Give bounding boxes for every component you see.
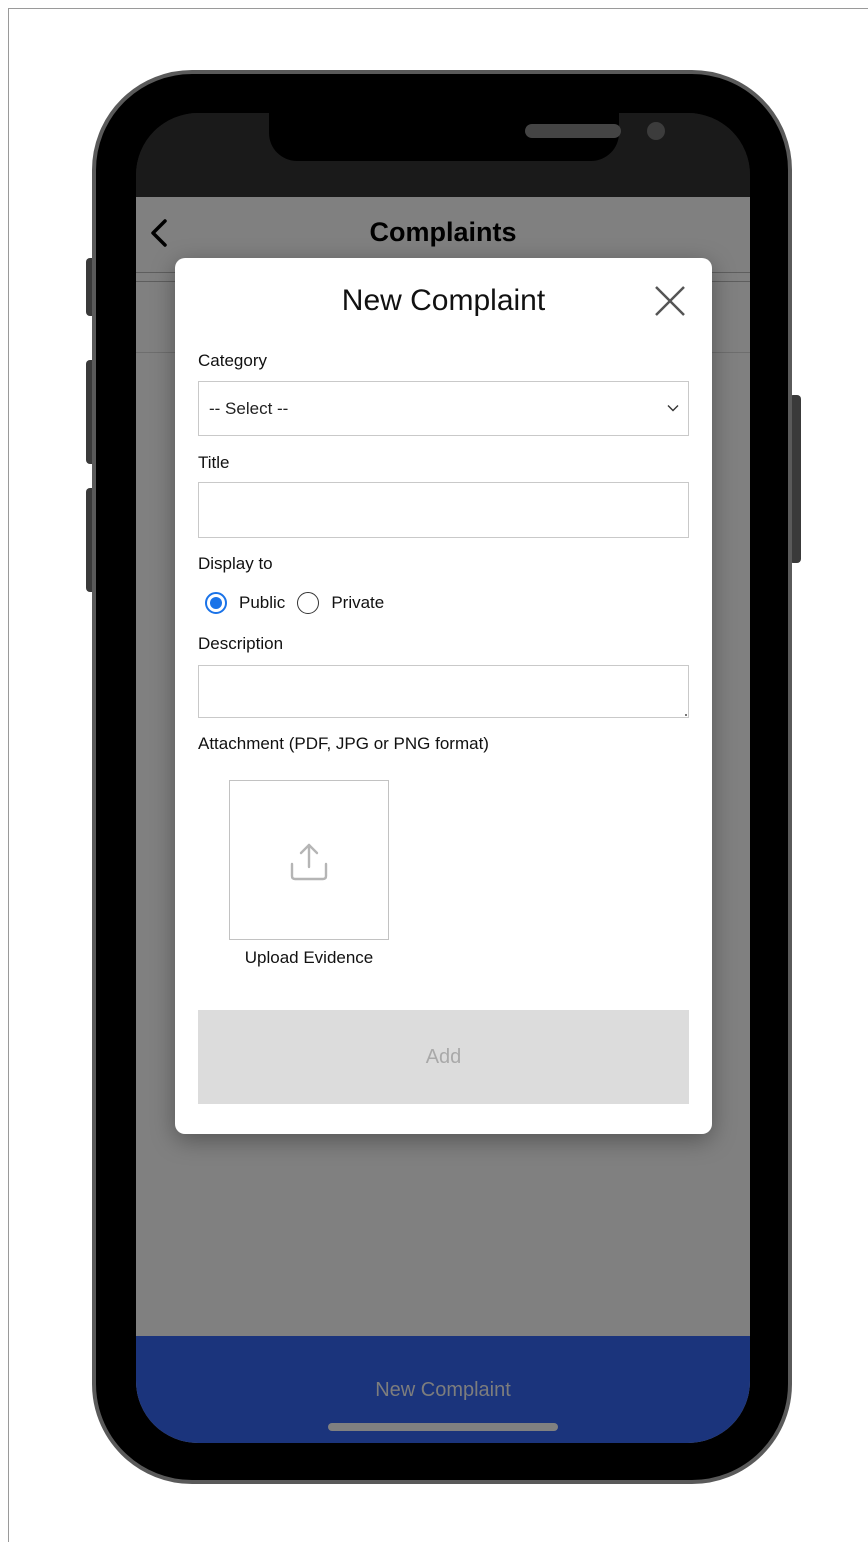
title-input[interactable] — [198, 482, 689, 538]
private-radio[interactable] — [297, 592, 320, 614]
chevron-down-icon — [667, 405, 679, 412]
title-label: Title — [198, 453, 230, 472]
public-radio-label[interactable]: Public — [239, 593, 285, 613]
close-icon — [655, 286, 685, 316]
home-indicator — [328, 1423, 558, 1431]
page-title: Complaints — [369, 217, 517, 247]
new-complaint-modal: New Complaint Category -- Select -- Titl… — [175, 258, 712, 1134]
close-button[interactable] — [653, 284, 687, 318]
display-to-radio-group: Public Private — [205, 588, 396, 618]
add-button[interactable]: Add — [198, 1010, 689, 1104]
display-to-label: Display to — [198, 554, 273, 573]
new-complaint-bar[interactable]: New Complaint — [136, 1336, 750, 1443]
speaker-grille — [525, 124, 621, 138]
status-bar — [136, 113, 750, 197]
upload-evidence-button[interactable] — [229, 780, 389, 940]
upload-icon — [290, 843, 328, 881]
modal-title: New Complaint — [341, 284, 546, 317]
attachment-label: Attachment (PDF, JPG or PNG format) — [198, 734, 489, 753]
description-textarea[interactable] — [198, 665, 689, 718]
public-radio[interactable] — [205, 592, 227, 614]
category-select[interactable]: -- Select -- — [198, 381, 689, 436]
upload-evidence-label: Upload Evidence — [244, 948, 374, 967]
description-label: Description — [198, 634, 284, 653]
private-radio-label[interactable]: Private — [331, 593, 384, 613]
front-camera — [647, 122, 665, 140]
notch — [269, 113, 665, 161]
new-complaint-bar-label: New Complaint — [375, 1379, 511, 1401]
resize-handle[interactable] — [685, 714, 687, 716]
category-label: Category — [198, 351, 267, 370]
category-select-value: -- Select -- — [209, 399, 289, 418]
